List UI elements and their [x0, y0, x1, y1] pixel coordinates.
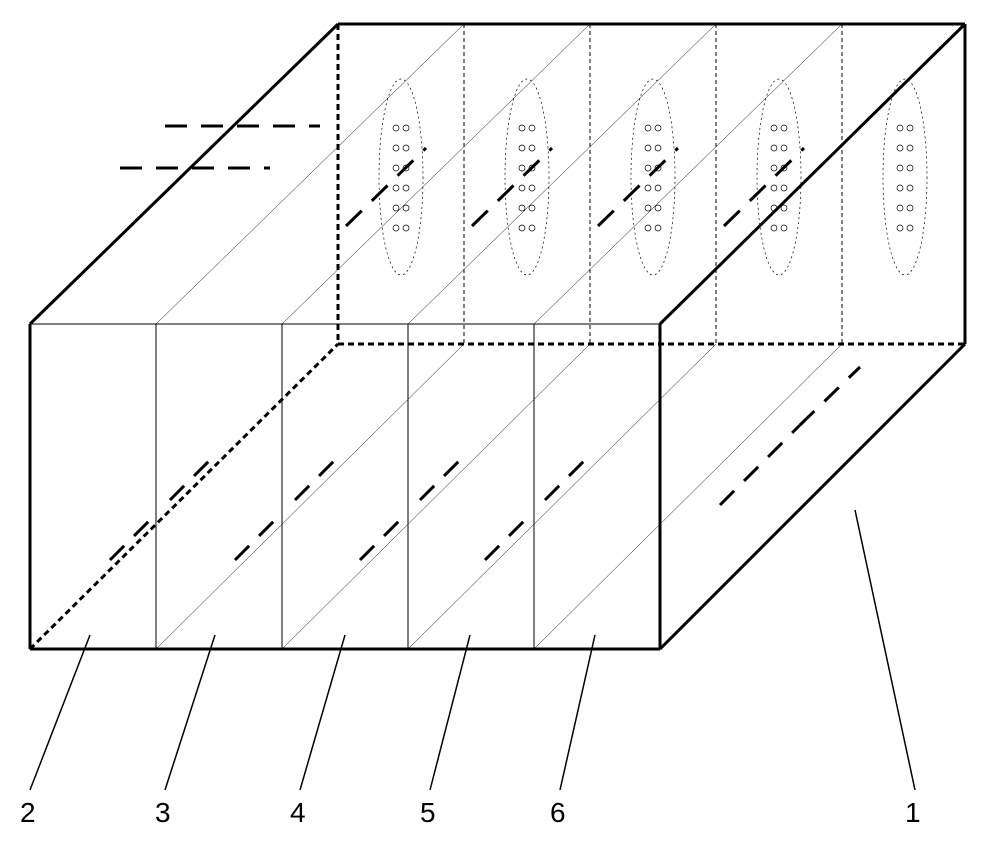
floor-line-2 [282, 344, 590, 649]
diagram-svg: 2 3 4 5 6 1 [0, 0, 1000, 841]
top-right-edge [660, 24, 965, 324]
ceiling-line-2 [282, 24, 590, 324]
floor-line-4 [534, 344, 842, 649]
label-3: 3 [155, 797, 171, 828]
floor-line-3 [408, 344, 716, 649]
label-1: 1 [905, 797, 921, 828]
leader-5 [430, 635, 470, 790]
leader-3 [165, 635, 215, 790]
leader-6 [560, 635, 595, 790]
ceiling-line-3 [408, 24, 716, 324]
leader-4 [300, 635, 345, 790]
ellipse-group [379, 79, 927, 275]
top-diag-group [346, 148, 804, 226]
floor-diag-group [110, 367, 860, 560]
label-5: 5 [420, 797, 436, 828]
leader-2 [30, 635, 90, 790]
label-4: 4 [290, 797, 306, 828]
front-face [30, 324, 660, 649]
bottom-right-edge [660, 344, 965, 649]
label-6: 6 [550, 797, 566, 828]
top-left-edge [30, 24, 338, 324]
ceiling-line-4 [534, 24, 842, 324]
bottom-left-edge-hidden [30, 344, 338, 649]
floor-line-1 [156, 344, 464, 649]
label-2: 2 [20, 797, 36, 828]
ceiling-line-1 [156, 24, 464, 324]
leader-1 [855, 510, 915, 790]
